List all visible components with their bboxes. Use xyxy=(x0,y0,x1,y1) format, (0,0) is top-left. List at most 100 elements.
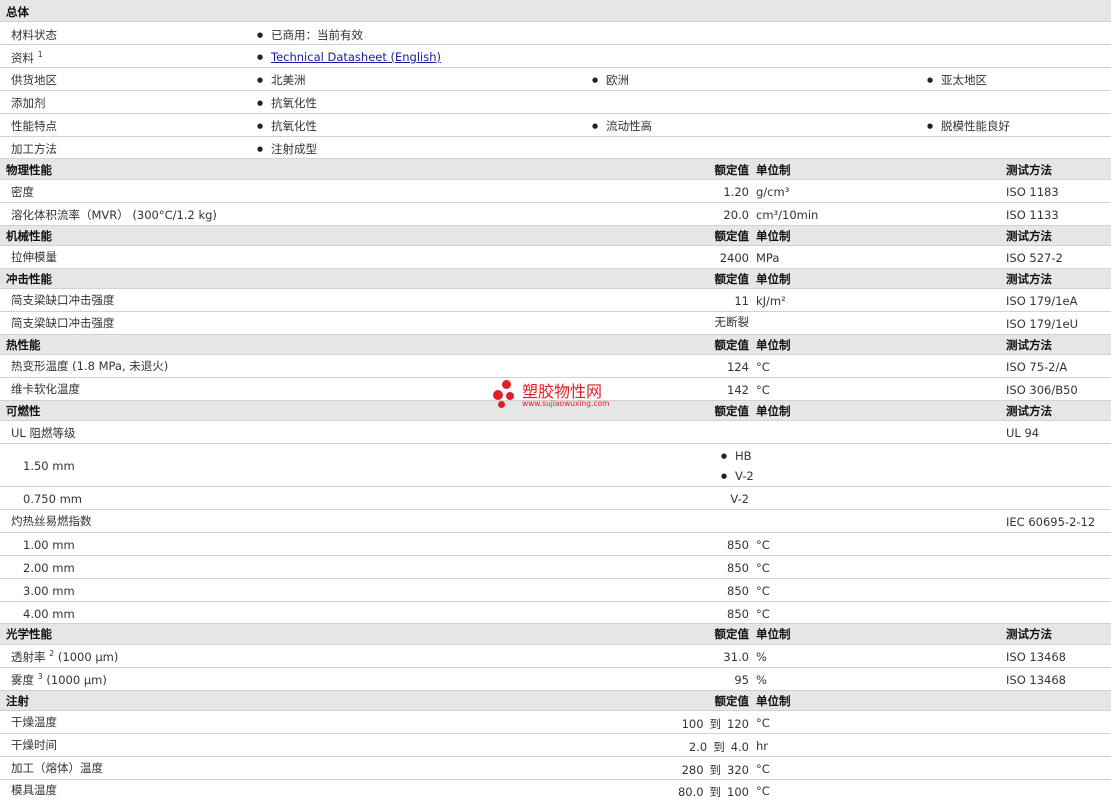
row-value: 11 xyxy=(734,294,749,308)
row-haze: 雾度 3 (1000 µm) 95 % ISO 13468 xyxy=(0,668,1111,691)
region-item: 北美洲 xyxy=(271,72,306,88)
row-method: UL 94 xyxy=(1006,426,1040,440)
section-title: 可燃性 xyxy=(6,404,41,418)
footnote-marker: 2 xyxy=(49,649,55,659)
row-label: 1.00 mm xyxy=(23,538,75,552)
row-method: ISO 179/1eU xyxy=(1006,317,1079,331)
col-value-header: 额定值 xyxy=(714,338,750,352)
row-value: 124 xyxy=(727,360,749,374)
row-label: 拉伸模量 xyxy=(11,250,57,264)
datasheet-link[interactable]: Technical Datasheet (English) xyxy=(271,50,441,64)
section-header-thermal: 热性能 额定值 单位制 测试方法 xyxy=(0,335,1111,355)
col-method-header: 测试方法 xyxy=(1006,627,1052,641)
row-charpy-notched: 简支梁缺口冲击强度 11 kJ/m² ISO 179/1eA xyxy=(0,289,1111,312)
row-unit: hr xyxy=(756,739,769,753)
watermark-url: www.sujiaowuxing.com xyxy=(522,398,610,408)
row-value: 850 xyxy=(727,607,749,621)
row-method: ISO 1183 xyxy=(1006,185,1059,199)
row-range: 100 到 120 xyxy=(681,717,749,731)
row-method: ISO 306/B50 xyxy=(1006,383,1078,397)
row-value: 注射成型 xyxy=(271,141,317,157)
row-label: 维卡软化温度 xyxy=(11,382,80,396)
col-unit-header: 单位制 xyxy=(756,163,791,177)
col-method-header: 测试方法 xyxy=(1006,163,1052,177)
row-label: 加工（熔体）温度 xyxy=(11,761,103,775)
row-value: 850 xyxy=(727,584,749,598)
row-value: 已商用：当前有效 xyxy=(271,27,363,43)
row-unit: °C xyxy=(756,607,770,621)
row-gwfi: 灼热丝易燃指数 IEC 60695-2-12 xyxy=(0,510,1111,533)
region-item: 亚太地区 xyxy=(941,72,987,88)
row-value: 850 xyxy=(727,561,749,575)
row-features: 性能特点 抗氧化性 流动性高 脱模性能良好 xyxy=(0,114,1111,137)
row-value: 抗氧化性 xyxy=(271,95,317,111)
row-value: 无断裂 xyxy=(714,315,750,329)
row-transmittance: 透射率 2 (1000 µm) 31.0 % ISO 13468 xyxy=(0,645,1111,668)
section-title: 总体 xyxy=(6,5,29,19)
footnote-marker: 3 xyxy=(37,672,43,682)
row-ul-rating: UL 阻燃等级 UL 94 xyxy=(0,421,1111,444)
row-method: ISO 75-2/A xyxy=(1006,360,1068,374)
row-method: ISO 527-2 xyxy=(1006,251,1063,265)
watermark: 塑胶物性网 www.sujiaowuxing.com xyxy=(493,380,609,410)
col-method-header: 测试方法 xyxy=(1006,229,1052,243)
row-method: ISO 13468 xyxy=(1006,650,1066,664)
row-drying-time: 干燥时间 2.0 到 4.0 hr xyxy=(0,734,1111,757)
row-tensile-modulus: 拉伸模量 2400 MPa ISO 527-2 xyxy=(0,246,1111,269)
col-unit-header: 单位制 xyxy=(756,338,791,352)
col-value-header: 额定值 xyxy=(714,694,750,708)
watermark-name: 塑胶物性网 xyxy=(522,381,603,401)
section-title: 机械性能 xyxy=(6,229,52,243)
row-value: 20.0 xyxy=(723,208,749,222)
row-unit: kJ/m² xyxy=(756,294,786,308)
section-header-physical: 物理性能 额定值 单位制 测试方法 xyxy=(0,159,1111,180)
row-value: 850 xyxy=(727,538,749,552)
row-label: 1.50 mm xyxy=(23,459,75,473)
feature-item: 脱模性能良好 xyxy=(941,118,1010,134)
row-hdt: 热变形温度 (1.8 MPa, 未退火) 124 °C ISO 75-2/A xyxy=(0,355,1111,378)
row-label: 供货地区 xyxy=(11,73,57,87)
row-value: 95 xyxy=(734,673,749,687)
row-documents: 资料 1 Technical Datasheet (English) xyxy=(0,45,1111,68)
row-method: ISO 179/1eA xyxy=(1006,294,1078,308)
row-label: 热变形温度 (1.8 MPa, 未退火) xyxy=(11,359,169,373)
row-unit: °C xyxy=(756,383,770,397)
col-unit-header: 单位制 xyxy=(756,272,791,286)
row-ul-0-750mm: 0.750 mm V-2 xyxy=(0,487,1111,510)
section-title: 注射 xyxy=(6,694,29,708)
row-charpy-unnotched: 简支梁缺口冲击强度 无断裂 ISO 179/1eU xyxy=(0,312,1111,335)
row-unit: cm³/10min xyxy=(756,208,819,222)
row-value: 142 xyxy=(727,383,749,397)
row-value: 31.0 xyxy=(723,650,749,664)
col-unit-header: 单位制 xyxy=(756,404,791,418)
row-unit: °C xyxy=(756,538,770,552)
feature-item: 流动性高 xyxy=(606,118,652,134)
row-label: 模具温度 xyxy=(11,783,57,797)
row-ul-1-50mm: 1.50 mm HB V-2 xyxy=(0,444,1111,487)
row-range: 2.0 到 4.0 xyxy=(688,740,749,754)
row-unit: °C xyxy=(756,784,770,798)
section-header-general: 总体 xyxy=(0,0,1111,22)
row-gwfi-3mm: 3.00 mm 850 °C xyxy=(0,579,1111,602)
row-value: 1.20 xyxy=(723,185,749,199)
section-header-mechanical: 机械性能 额定值 单位制 测试方法 xyxy=(0,226,1111,246)
row-label: 2.00 mm xyxy=(23,561,75,575)
section-header-impact: 冲击性能 额定值 单位制 测试方法 xyxy=(0,269,1111,289)
row-unit: °C xyxy=(756,716,770,730)
row-melt-temp: 加工（熔体）温度 280 到 320 °C xyxy=(0,757,1111,780)
row-label: 灼热丝易燃指数 xyxy=(11,514,92,528)
row-value: V-2 xyxy=(730,492,749,506)
section-header-injection: 注射 额定值 单位制 xyxy=(0,691,1111,711)
row-method: IEC 60695-2-12 xyxy=(1006,515,1096,529)
row-gwfi-4mm: 4.00 mm 850 °C xyxy=(0,602,1111,624)
region-item: 欧洲 xyxy=(606,72,629,88)
row-unit: °C xyxy=(756,584,770,598)
row-label: 加工方法 xyxy=(11,142,57,156)
row-unit: °C xyxy=(756,561,770,575)
row-label: 性能特点 xyxy=(11,119,57,133)
row-method: ISO 13468 xyxy=(1006,673,1066,687)
section-title: 冲击性能 xyxy=(6,272,52,286)
ul-rating-item: HB xyxy=(735,449,752,463)
row-mvr: 溶化体积流率（MVR） (300°C/1.2 kg) 20.0 cm³/10mi… xyxy=(0,203,1111,226)
row-drying-temp: 干燥温度 100 到 120 °C xyxy=(0,711,1111,734)
